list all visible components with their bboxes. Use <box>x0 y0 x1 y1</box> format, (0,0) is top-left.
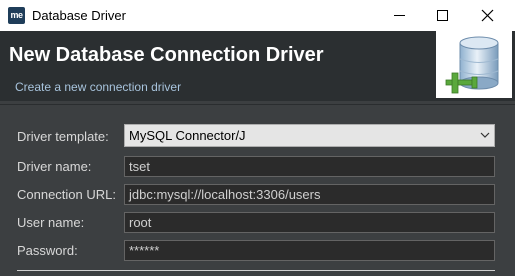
window-title: Database Driver <box>32 8 126 23</box>
close-button[interactable] <box>465 0 511 31</box>
driver-name-field[interactable]: tset <box>124 156 495 177</box>
database-connection-icon <box>436 31 512 98</box>
page-subtitle: Create a new connection driver <box>15 80 182 94</box>
minimize-icon <box>394 15 405 16</box>
user-name-label: User name: <box>17 215 85 230</box>
driver-name-label: Driver name: <box>17 159 92 174</box>
chevron-down-icon <box>480 132 490 138</box>
close-icon <box>481 9 494 22</box>
password-label: Password: <box>17 243 78 258</box>
connection-url-label: Connection URL: <box>17 187 116 202</box>
maximize-button[interactable] <box>420 0 466 31</box>
maximize-icon <box>437 10 448 21</box>
driver-template-label: Driver template: <box>17 129 109 144</box>
connection-url-field[interactable]: jdbc:mysql://localhost:3306/users <box>124 184 495 205</box>
driver-template-value: MySQL Connector/J <box>129 128 246 143</box>
window-titlebar: me Database Driver <box>0 0 515 31</box>
page-title: New Database Connection Driver <box>9 44 324 66</box>
app-logo-icon: me <box>8 7 25 24</box>
form-bottom-divider <box>17 270 495 271</box>
user-name-field[interactable]: root <box>124 212 495 233</box>
driver-template-select[interactable]: MySQL Connector/J <box>124 124 495 147</box>
password-field[interactable]: ****** <box>124 240 495 261</box>
minimize-button[interactable] <box>377 0 423 31</box>
